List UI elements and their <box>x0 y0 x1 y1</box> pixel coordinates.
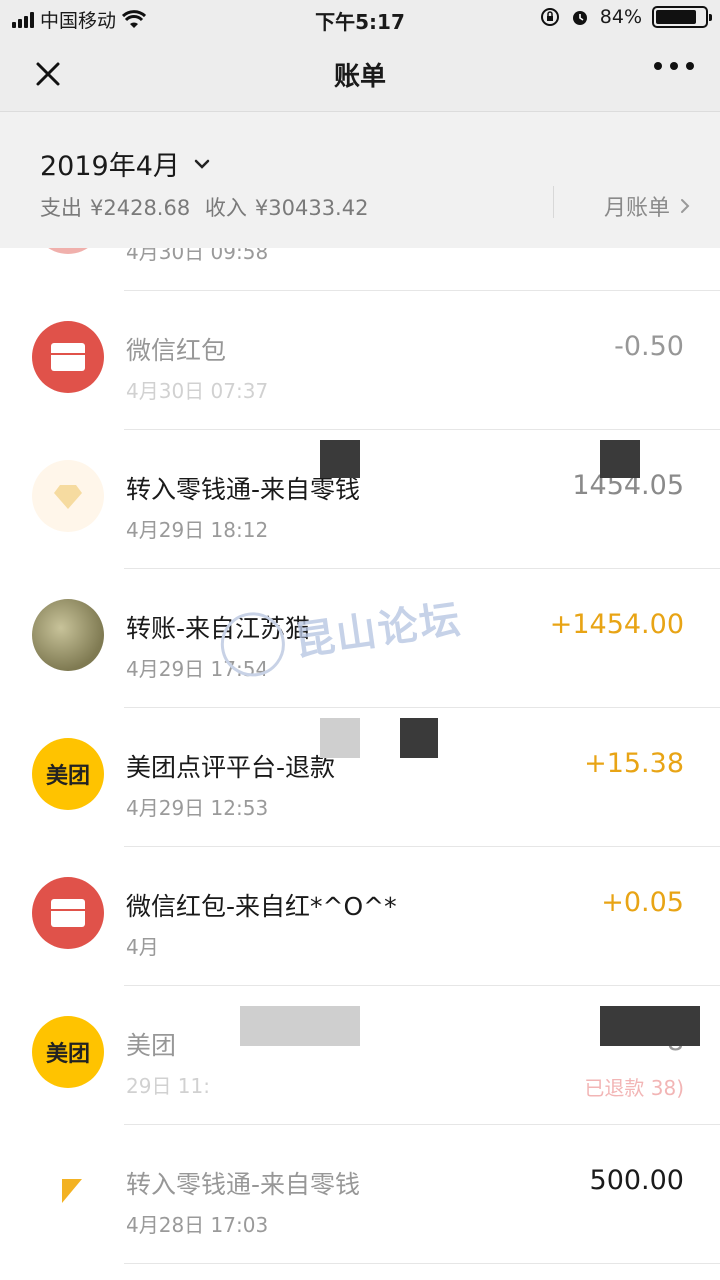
month-summary: 2019年4月 支出 ¥2428.68 收入 ¥30433.42 月账单 <box>0 112 720 248</box>
transaction-row[interactable]: 微信红包-来自红*^O^* 4月 +0.05 <box>0 847 720 986</box>
transaction-time: 4月29日 18:12 <box>126 518 269 542</box>
divider <box>553 186 554 218</box>
lingqiantong-icon <box>32 460 104 532</box>
transaction-row[interactable]: 转入零钱通-来自零钱 4月28日 17:03 500.00 <box>0 1125 720 1264</box>
meituan-icon: 美团 <box>32 738 104 810</box>
transaction-amount: -0.50 <box>614 331 684 362</box>
transaction-amount: 500.00 <box>589 1165 684 1196</box>
user-avatar <box>32 599 104 671</box>
page-title: 账单 <box>333 62 386 92</box>
month-selector[interactable]: 2019年4月 <box>40 144 210 183</box>
battery-percent: 84% <box>599 6 642 28</box>
transaction-list[interactable]: 4月30日 09:58 微信红包 4月30日 07:37 -0.50 转入零钱通… <box>0 152 720 1264</box>
chevron-down-icon[interactable] <box>194 159 210 169</box>
transaction-row[interactable]: 美团 美团 29日 11: 8 已退款 38) <box>0 986 720 1125</box>
expense-label: 支出 <box>40 196 82 220</box>
divider <box>124 1263 720 1264</box>
rotation-lock-icon <box>540 8 559 26</box>
transaction-title: 美团点评平台-退款 <box>126 753 336 782</box>
transaction-time: 4月 <box>126 935 159 959</box>
chevron-right-icon <box>681 199 690 213</box>
battery-fill <box>656 10 697 24</box>
watermark-logo-icon <box>216 608 290 681</box>
nav-bar: 账单 <box>0 36 720 112</box>
mosaic-mask <box>320 440 360 478</box>
mosaic-mask <box>600 1006 700 1046</box>
red-packet-icon <box>32 877 104 949</box>
lingqiantong-logo-icon <box>62 1179 82 1203</box>
alarm-icon <box>572 11 587 25</box>
transaction-amount: +1454.00 <box>549 609 684 640</box>
transaction-title: 转入零钱通-来自零钱 <box>126 1170 361 1199</box>
transaction-time: 4月28日 17:03 <box>126 1213 269 1237</box>
status-bar: 中国移动 下午5:17 84% <box>0 0 720 36</box>
transaction-title: 美团 <box>126 1031 177 1060</box>
income-label: 收入 <box>204 196 247 220</box>
status-right: 84% <box>540 6 712 28</box>
meituan-icon: 美团 <box>32 1016 104 1088</box>
income-value: ¥30433.42 <box>254 196 369 220</box>
transaction-time: 4月29日 12:53 <box>126 796 269 820</box>
battery-icon <box>652 6 712 28</box>
transaction-title: 微信红包-来自红*^O^* <box>126 892 397 921</box>
gold-bar-icon <box>54 485 82 509</box>
more-icon[interactable] <box>654 62 694 70</box>
transaction-time: 29日 11: <box>126 1074 210 1098</box>
transaction-amount: +0.05 <box>601 887 684 918</box>
transaction-amount: +15.38 <box>584 748 684 779</box>
red-packet-icon <box>32 321 104 393</box>
monthly-bill-label: 月账单 <box>603 196 670 221</box>
mosaic-mask <box>600 440 640 478</box>
transaction-row[interactable]: 微信红包 4月30日 07:37 -0.50 <box>0 291 720 430</box>
month-totals: 支出 ¥2428.68 收入 ¥30433.42 <box>40 192 376 222</box>
mosaic-mask <box>400 718 438 758</box>
monthly-bill-button[interactable]: 月账单 <box>604 190 690 222</box>
mosaic-mask <box>320 718 360 758</box>
transaction-row[interactable]: 美团 美团点评平台-退款 4月29日 12:53 +15.38 <box>0 708 720 847</box>
expense-value: ¥2428.68 <box>90 196 191 220</box>
lingqiantong-icon <box>32 1155 104 1227</box>
mosaic-mask <box>240 1006 360 1046</box>
transaction-row[interactable]: 转入零钱通-来自零钱 4月29日 18:12 1454.05 <box>0 430 720 569</box>
transaction-title: 微信红包 <box>126 336 227 365</box>
month-label: 2019年4月 <box>40 151 180 182</box>
transaction-time: 4月30日 07:37 <box>126 379 269 403</box>
refund-note: 已退款 38) <box>584 1076 684 1100</box>
